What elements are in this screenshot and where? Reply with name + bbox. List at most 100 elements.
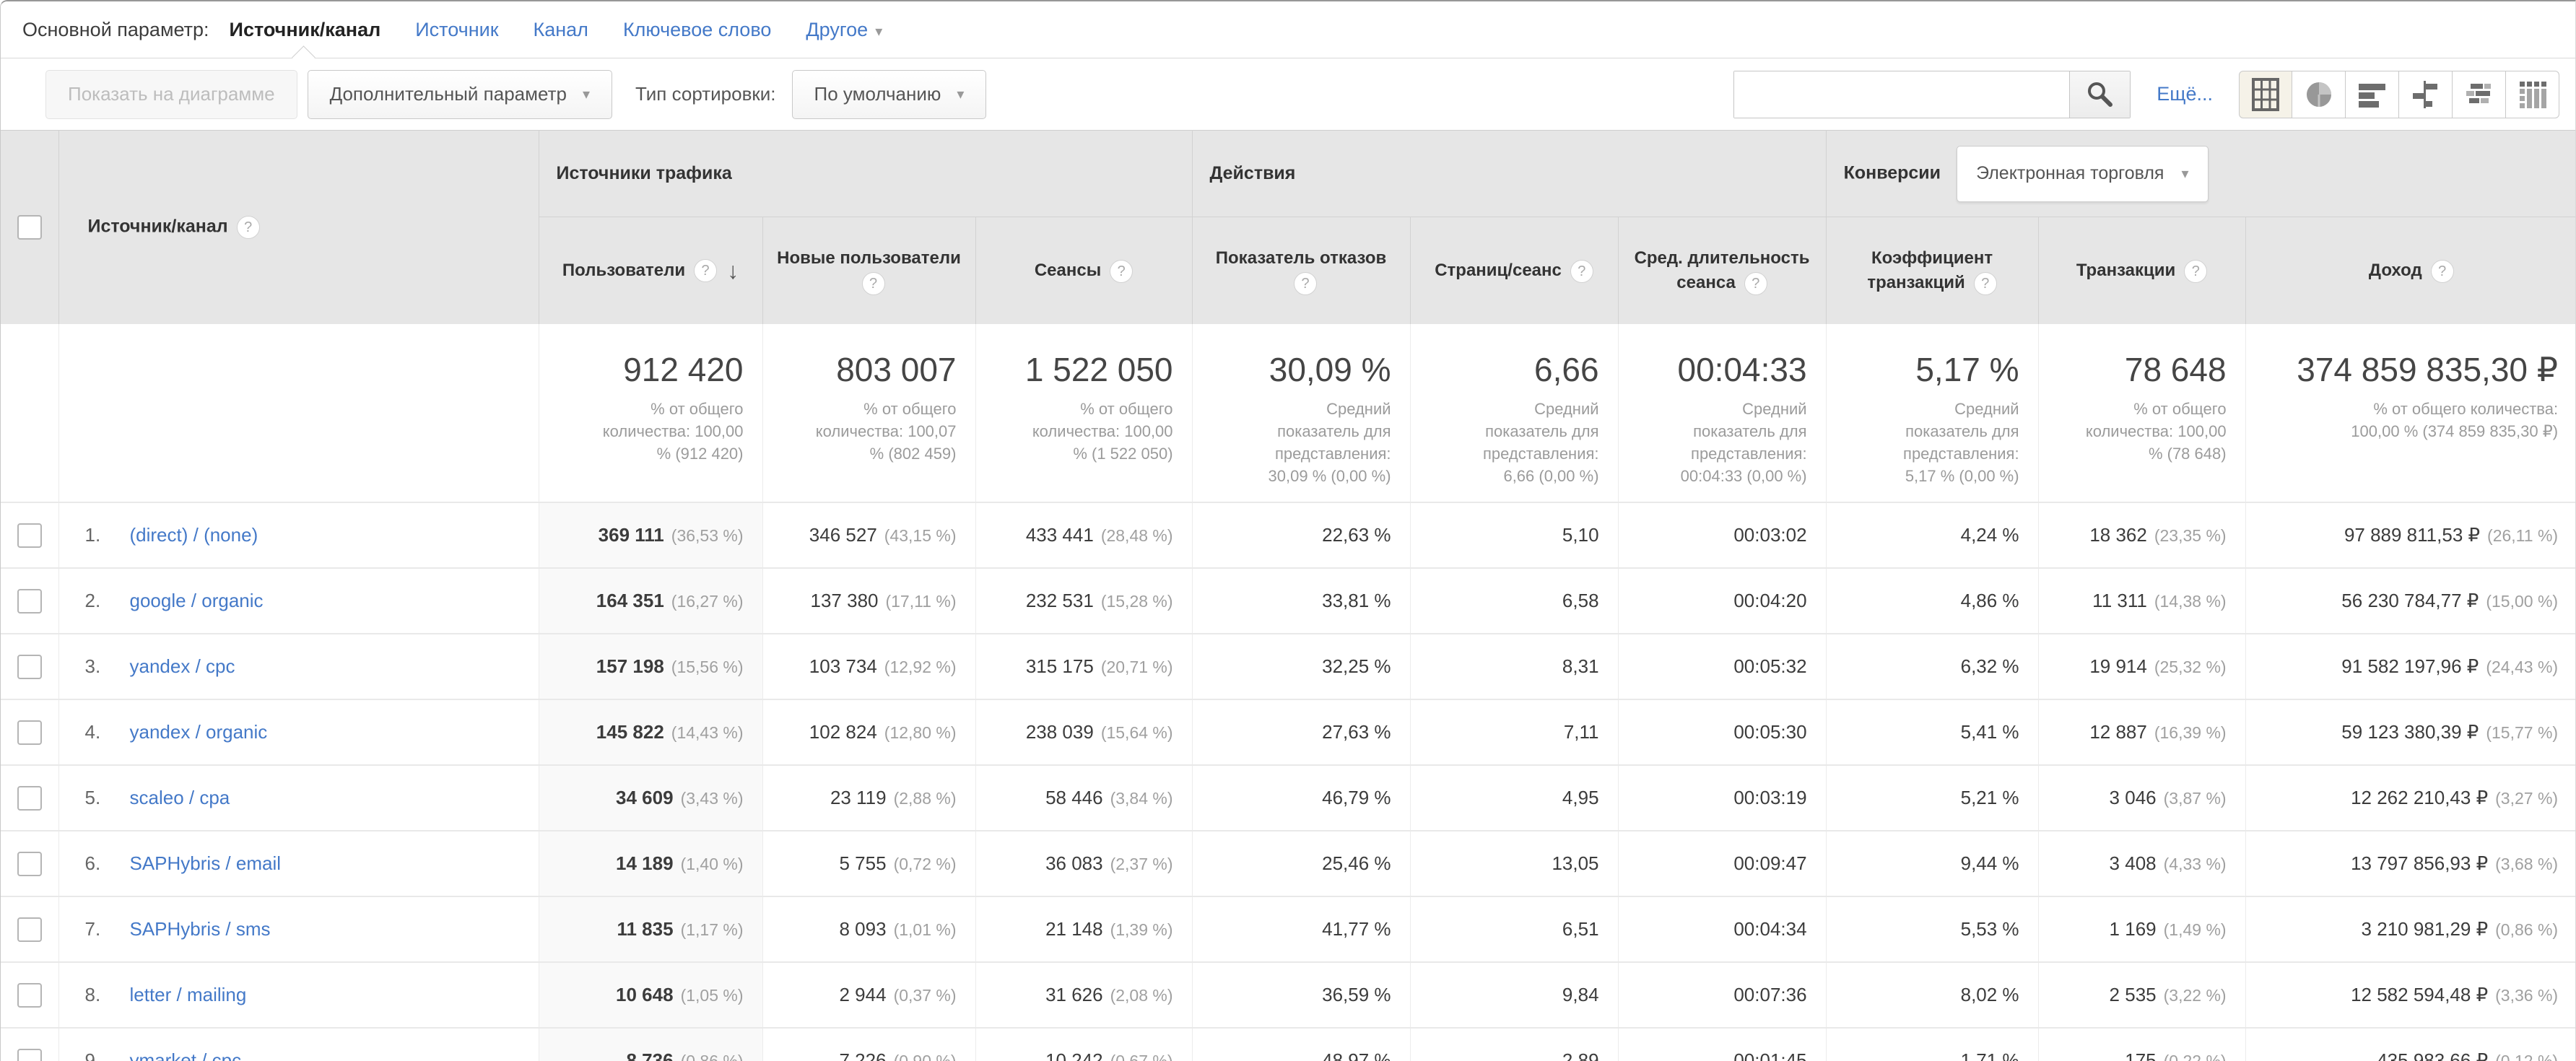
row-checkbox[interactable] xyxy=(17,983,42,1008)
source-medium-link[interactable]: yandex / organic xyxy=(130,721,268,743)
term-cloud-view-button[interactable] xyxy=(2453,71,2506,118)
column-header-users[interactable]: Пользователи?↓ xyxy=(539,217,762,325)
search-button[interactable] xyxy=(2069,71,2130,118)
help-icon[interactable]: ? xyxy=(1974,272,1997,295)
revenue-cell: 59 123 380,39 ₽(15,77 %) xyxy=(2245,699,2576,765)
row-dimension-cell: 3.yandex / cpc xyxy=(58,634,539,699)
row-dimension-cell: 5.scaleo / cpa xyxy=(58,765,539,831)
header-group-row: Источник/канал? Источники трафика Действ… xyxy=(1,131,2576,217)
percent-of-total: (43,15 %) xyxy=(884,526,957,545)
column-header-new-users[interactable]: Новые пользователи? xyxy=(762,217,975,325)
tab-source[interactable]: Источник xyxy=(415,19,498,41)
performance-view-button[interactable] xyxy=(2346,71,2399,118)
help-icon[interactable]: ? xyxy=(1294,272,1317,295)
tab-keyword[interactable]: Ключевое слово xyxy=(623,19,771,41)
row-checkbox[interactable] xyxy=(17,852,42,876)
pages-per-session-cell: 4,95 xyxy=(1410,765,1618,831)
row-checkbox-cell xyxy=(1,568,58,634)
source-medium-link[interactable]: letter / mailing xyxy=(130,984,247,1005)
percent-of-total: (0,72 %) xyxy=(894,855,957,873)
row-checkbox[interactable] xyxy=(17,917,42,942)
plot-rows-button[interactable]: Показать на диаграмме xyxy=(45,70,297,119)
select-all-cell xyxy=(1,131,58,325)
row-checkbox[interactable] xyxy=(17,655,42,679)
help-icon[interactable]: ? xyxy=(1110,260,1133,283)
transactions-cell: 3 408(4,33 %) xyxy=(2038,831,2245,896)
search-input[interactable] xyxy=(1734,71,2069,118)
totals-bounce-rate: 30,09 %Средний показатель для представле… xyxy=(1192,324,1410,502)
table-row: 2.google / organic 164 351(16,27 %) 137 … xyxy=(1,568,2576,634)
sort-type-dropdown[interactable]: По умолчанию▾ xyxy=(792,70,987,119)
pivot-view-button[interactable] xyxy=(2506,71,2559,118)
source-medium-link[interactable]: (direct) / (none) xyxy=(130,524,258,546)
bounce-rate-cell: 36,59 % xyxy=(1192,962,1410,1028)
row-checkbox[interactable] xyxy=(17,523,42,548)
row-checkbox[interactable] xyxy=(17,786,42,811)
column-header-transactions[interactable]: Транзакции? xyxy=(2038,217,2245,325)
dimension-header-label: Источник/канал xyxy=(88,217,228,237)
table-row: 5.scaleo / cpa 34 609(3,43 %) 23 119(2,8… xyxy=(1,765,2576,831)
pages-per-session-cell: 2,89 xyxy=(1410,1028,1618,1061)
percentage-view-button[interactable] xyxy=(2292,71,2346,118)
column-header-sessions[interactable]: Сеансы? xyxy=(975,217,1192,325)
analytics-report-pane: Основной параметр: Источник/канал Источн… xyxy=(0,0,2576,1061)
source-medium-link[interactable]: ymarket / cpc xyxy=(130,1049,242,1061)
source-medium-link[interactable]: scaleo / cpa xyxy=(130,787,230,808)
revenue-cell: 91 582 197,96 ₽(24,43 %) xyxy=(2245,634,2576,699)
row-checkbox[interactable] xyxy=(17,720,42,745)
help-icon[interactable]: ? xyxy=(1570,260,1593,283)
transactions-cell: 12 887(16,39 %) xyxy=(2038,699,2245,765)
row-index: 7. xyxy=(85,918,118,940)
source-medium-link[interactable]: SAPHybris / email xyxy=(130,852,282,874)
help-icon[interactable]: ? xyxy=(862,272,885,295)
column-header-transaction-rate[interactable]: Коэффициент транзакций? xyxy=(1826,217,2038,325)
conversion-goal-dropdown[interactable]: Электронная торговля▾ xyxy=(1957,146,2208,202)
column-header-bounce-rate[interactable]: Показатель отказов? xyxy=(1192,217,1410,325)
help-icon[interactable]: ? xyxy=(694,259,717,282)
help-icon[interactable]: ? xyxy=(2184,260,2207,283)
transactions-cell: 18 362(23,35 %) xyxy=(2038,502,2245,568)
avg-session-duration-cell: 00:05:30 xyxy=(1618,699,1826,765)
tab-medium[interactable]: Канал xyxy=(534,19,588,41)
search-icon xyxy=(2084,79,2116,110)
transactions-cell: 3 046(3,87 %) xyxy=(2038,765,2245,831)
help-icon[interactable]: ? xyxy=(2431,260,2454,283)
row-checkbox-cell xyxy=(1,831,58,896)
percent-of-total: (1,40 %) xyxy=(681,855,744,873)
source-medium-link[interactable]: SAPHybris / sms xyxy=(130,918,271,940)
percent-of-total: (15,64 %) xyxy=(1101,723,1173,742)
percent-of-total: (2,08 %) xyxy=(1110,986,1173,1005)
chevron-down-icon: ▾ xyxy=(2181,165,2188,183)
table-view-button[interactable] xyxy=(2239,71,2292,118)
users-cell: 164 351(16,27 %) xyxy=(539,568,762,634)
source-medium-link[interactable]: google / organic xyxy=(130,590,264,611)
row-dimension-cell: 1.(direct) / (none) xyxy=(58,502,539,568)
help-icon[interactable]: ? xyxy=(1744,272,1767,295)
select-all-checkbox[interactable] xyxy=(17,215,42,240)
comparison-view-button[interactable] xyxy=(2399,71,2453,118)
tab-source-medium[interactable]: Источник/канал xyxy=(230,19,381,41)
transaction-rate-cell: 1,71 % xyxy=(1826,1028,2038,1061)
source-medium-link[interactable]: yandex / cpc xyxy=(130,655,235,677)
row-dimension-cell: 4.yandex / organic xyxy=(58,699,539,765)
new-users-cell: 5 755(0,72 %) xyxy=(762,831,975,896)
help-icon[interactable]: ? xyxy=(237,216,260,239)
tab-other[interactable]: Другое▾ xyxy=(806,19,882,41)
secondary-dimension-button[interactable]: Дополнительный параметр▾ xyxy=(308,70,612,119)
percent-of-total: (28,48 %) xyxy=(1101,526,1173,545)
row-dimension-cell: 9.ymarket / cpc xyxy=(58,1028,539,1061)
report-table: Источник/канал? Источники трафика Действ… xyxy=(1,130,2576,1061)
percent-of-total: (0,86 %) xyxy=(681,1052,744,1061)
column-header-avg-session-duration[interactable]: Сред. длительность сеанса? xyxy=(1618,217,1826,325)
column-header-revenue[interactable]: Доход? xyxy=(2245,217,2576,325)
dimension-column-header[interactable]: Источник/канал? xyxy=(58,131,539,325)
avg-session-duration-cell: 00:05:32 xyxy=(1618,634,1826,699)
column-header-pages-per-session[interactable]: Страниц/сеанс? xyxy=(1410,217,1618,325)
percent-of-total: (3,43 %) xyxy=(681,789,744,808)
row-checkbox[interactable] xyxy=(17,1049,42,1061)
advanced-search-link[interactable]: Ещё... xyxy=(2157,83,2213,105)
row-checkbox[interactable] xyxy=(17,589,42,614)
percent-of-total: (23,35 %) xyxy=(2154,526,2227,545)
transaction-rate-cell: 4,24 % xyxy=(1826,502,2038,568)
percent-of-total: (17,11 %) xyxy=(885,592,956,611)
